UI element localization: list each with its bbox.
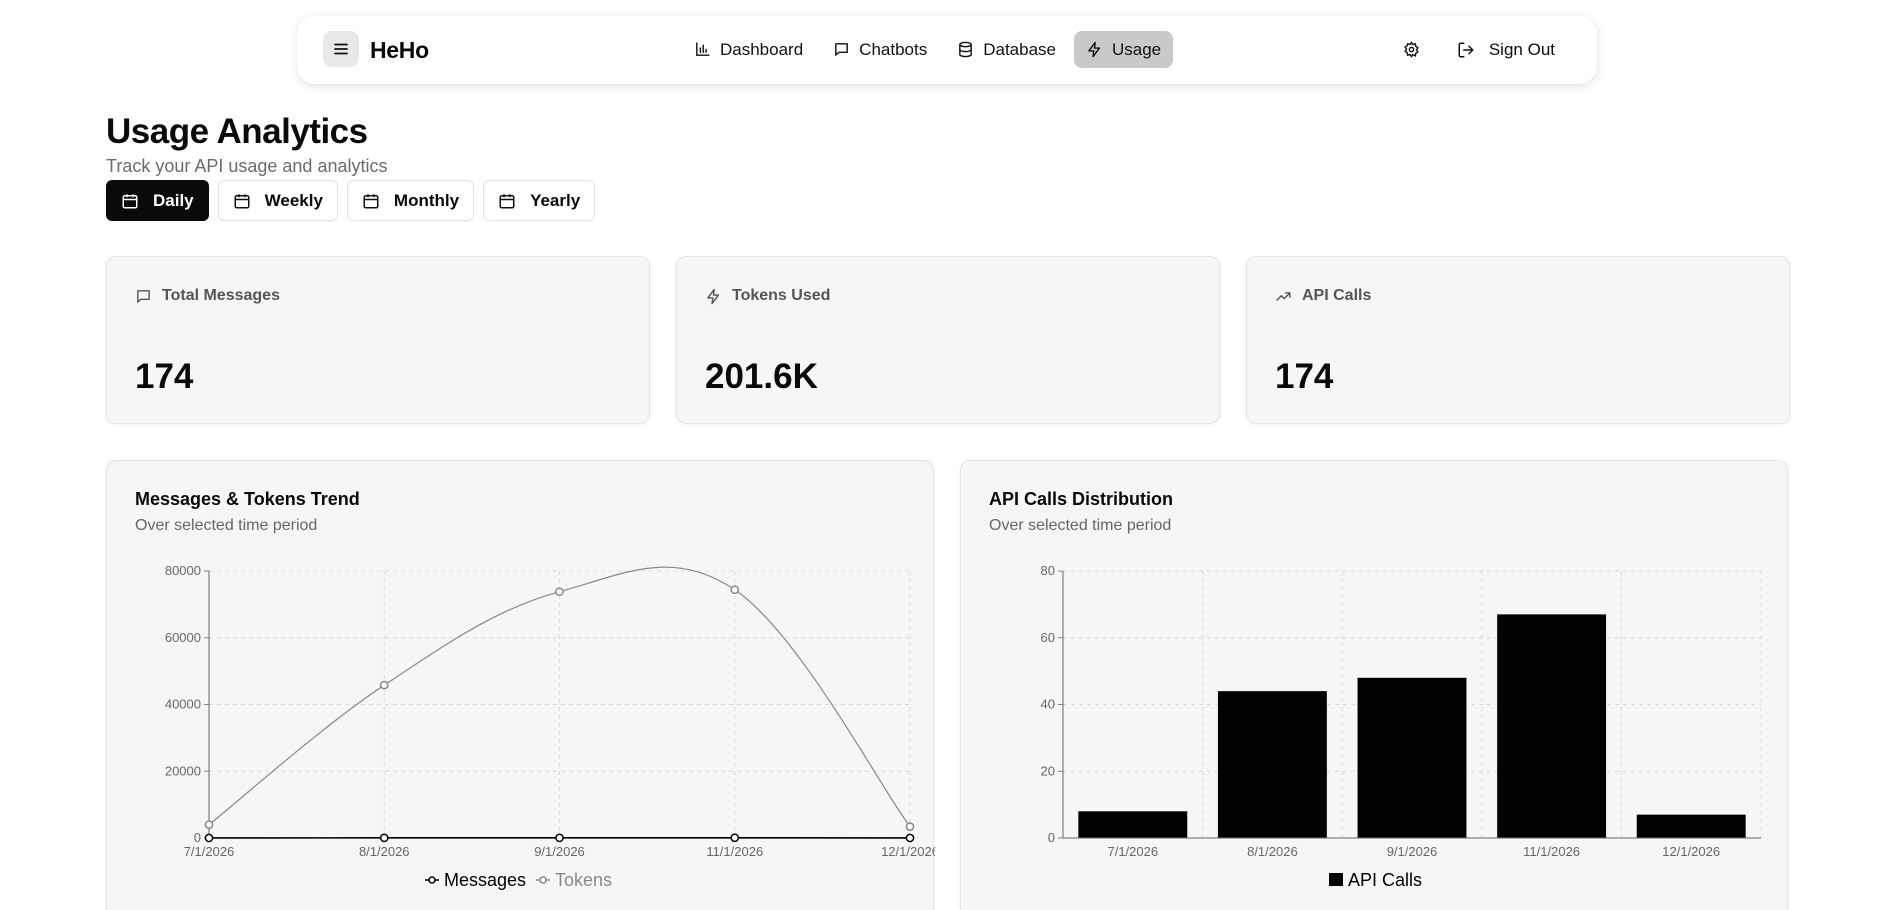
message-square-icon: [835, 43, 849, 56]
x-tick-label: 12/1/2026: [881, 844, 935, 859]
distribution-chart-card: API Calls Distribution Over selected tim…: [960, 460, 1788, 910]
data-point: [379, 833, 389, 843]
period-daily-button[interactable]: Daily: [106, 180, 209, 221]
period-label: Weekly: [264, 190, 323, 210]
y-tick-label: 80: [1041, 563, 1055, 578]
x-tick-label: 7/1/2026: [1107, 844, 1158, 859]
x-tick-label: 11/1/2026: [706, 844, 763, 859]
legend-marker: [539, 876, 547, 884]
bar-chart-icon: [696, 42, 710, 56]
message-square-icon: [137, 289, 150, 303]
legend-marker: [428, 876, 436, 884]
stat-label: Tokens Used: [705, 287, 830, 305]
stat-label: API Calls: [1275, 287, 1371, 305]
page-title: Usage Analytics: [106, 112, 368, 151]
x-tick-label: 8/1/2026: [359, 844, 410, 859]
legend-marker: [1329, 873, 1343, 886]
nav-actions: Sign Out: [1393, 31, 1567, 68]
zap-icon: [1088, 41, 1101, 58]
database-icon: [959, 41, 973, 58]
y-tick-label: 40000: [165, 697, 201, 712]
line-chart: 0 20000 40000 60000 80000 7/1/2026 8/1/2026 9/1…: [165, 563, 935, 890]
data-point: [555, 587, 564, 597]
log-out-icon: [1458, 42, 1474, 57]
calendar-icon: [234, 193, 250, 208]
y-tick-label: 20: [1041, 763, 1055, 778]
data-point: [905, 833, 915, 843]
bar-chart: 0 20 40 60 80 7/1/2026 8/1/2026 9/1/2026 11/1/20…: [1041, 563, 1762, 890]
data-point: [379, 680, 389, 690]
x-tick-label: 11/1/2026: [1523, 844, 1580, 859]
stat-label: Total Messages: [135, 287, 280, 305]
stat-card-api-calls: API Calls 174: [1246, 256, 1790, 424]
page-subtitle: Track your API usage and analytics: [106, 156, 388, 176]
sign-out-button[interactable]: Sign Out: [1445, 31, 1567, 68]
y-tick-label: 20000: [165, 763, 201, 778]
period-label: Monthly: [393, 190, 460, 210]
stat-card-tokens-used: Tokens Used 201.6K: [676, 256, 1220, 424]
period-label: Daily: [153, 190, 194, 210]
stat-card-total-messages: Total Messages 174: [106, 256, 650, 424]
gear-icon: [1404, 41, 1420, 58]
period-weekly-button[interactable]: Weekly: [217, 180, 338, 221]
sign-out-label: Sign Out: [1488, 39, 1555, 59]
period-label: Yearly: [530, 190, 581, 210]
nav-link-label: Database: [983, 39, 1056, 59]
nav-link-label: Chatbots: [859, 39, 928, 59]
bar: [1636, 814, 1746, 838]
y-tick-label: 80000: [165, 563, 201, 578]
menu-icon: [334, 43, 348, 55]
top-nav: HeHo Dashboard Chatbots Database Usage S…: [297, 16, 1597, 84]
calendar-icon: [122, 193, 138, 208]
period-yearly-button[interactable]: Yearly: [483, 180, 596, 221]
bar: [1357, 677, 1467, 838]
stat-label-text: Tokens Used: [732, 287, 831, 304]
nav-link-dashboard[interactable]: Dashboard: [682, 31, 815, 68]
bar: [1078, 811, 1188, 838]
legend-label: Tokens: [555, 870, 612, 890]
zap-icon: [707, 288, 720, 304]
stat-value: 201.6K: [705, 357, 818, 396]
data-point: [905, 822, 915, 832]
nav-link-label: Dashboard: [720, 39, 804, 59]
period-selector: Daily Weekly Monthly Yearly: [106, 180, 596, 221]
stat-label-text: Total Messages: [162, 287, 280, 304]
stat-value: 174: [135, 357, 194, 396]
x-tick-label: 9/1/2026: [534, 844, 585, 859]
x-tick-label: 12/1/2026: [1662, 844, 1720, 859]
nav-link-chatbots[interactable]: Chatbots: [821, 31, 939, 68]
nav-link-label: Usage: [1112, 39, 1162, 59]
data-point: [730, 833, 740, 843]
y-tick-label: 60: [1041, 630, 1055, 645]
legend-label: API Calls: [1348, 870, 1422, 890]
stat-label-text: API Calls: [1302, 287, 1372, 304]
legend-label: Messages: [444, 870, 526, 890]
menu-button[interactable]: [323, 31, 359, 67]
data-point: [555, 833, 564, 843]
x-tick-label: 7/1/2026: [184, 844, 235, 859]
y-tick-label: 0: [1048, 830, 1055, 845]
calendar-icon: [499, 193, 515, 208]
y-tick-label: 60000: [165, 630, 201, 645]
stat-value: 174: [1275, 357, 1334, 396]
x-tick-label: 9/1/2026: [1387, 844, 1438, 859]
data-point: [204, 820, 214, 829]
settings-button[interactable]: [1393, 31, 1431, 68]
nav-link-database[interactable]: Database: [945, 31, 1068, 68]
bar: [1217, 691, 1327, 838]
y-tick-label: 40: [1041, 697, 1055, 712]
nav-link-usage[interactable]: Usage: [1074, 31, 1174, 68]
period-monthly-button[interactable]: Monthly: [346, 180, 475, 221]
y-tick-label: 0: [194, 830, 201, 845]
data-point: [204, 833, 214, 843]
calendar-icon: [363, 193, 379, 208]
trending-up-icon: [1276, 291, 1291, 301]
nav-links: Dashboard Chatbots Database Usage: [682, 31, 1174, 68]
x-tick-label: 8/1/2026: [1247, 844, 1298, 859]
bar: [1497, 614, 1607, 838]
data-point: [730, 585, 740, 595]
trend-chart-card: Messages & Tokens Trend Over selected ti…: [106, 460, 935, 910]
brand-logo[interactable]: HeHo: [370, 37, 429, 64]
